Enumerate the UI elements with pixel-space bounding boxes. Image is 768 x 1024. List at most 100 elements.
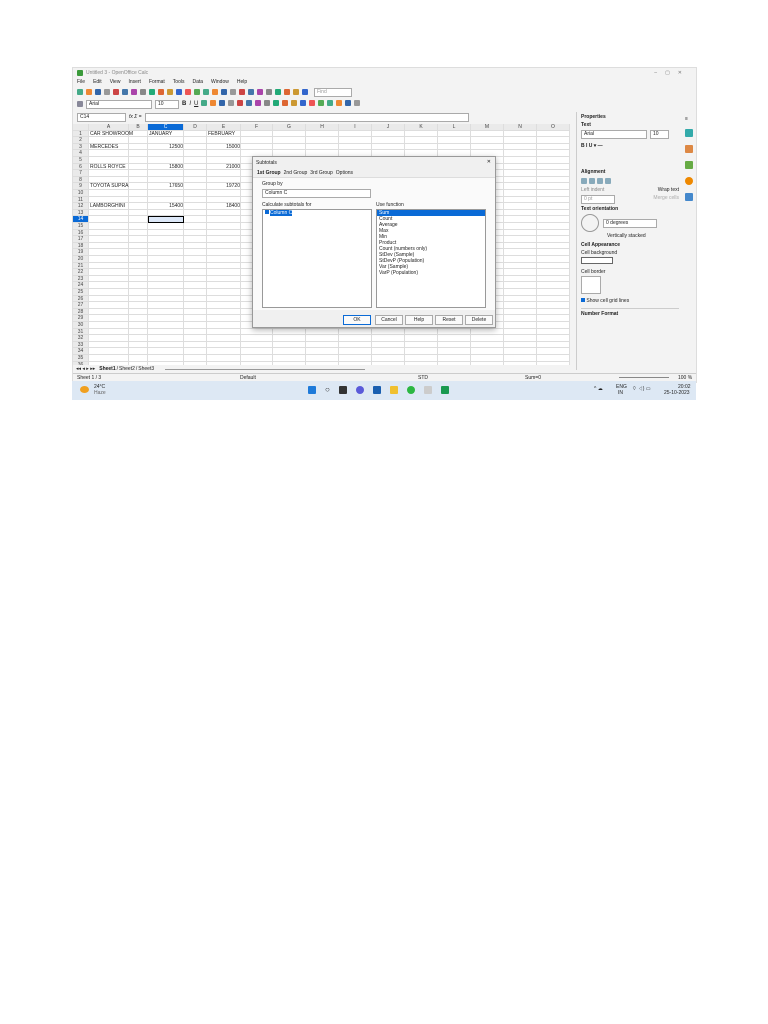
toolbar-icon[interactable]	[309, 100, 316, 106]
grid-cell[interactable]	[129, 262, 148, 270]
row-header[interactable]: 34	[73, 348, 89, 355]
grid-cell[interactable]	[273, 328, 306, 336]
toolbar-icon[interactable]	[273, 100, 280, 106]
data-cell[interactable]: 19720	[207, 183, 241, 190]
grid-cell[interactable]	[129, 176, 148, 184]
grid-cell[interactable]	[405, 143, 438, 151]
grid-cell[interactable]	[471, 137, 504, 144]
row-header[interactable]: 21	[73, 262, 89, 270]
grid-cell[interactable]	[184, 157, 207, 164]
grid-cell[interactable]	[89, 196, 129, 204]
grid-cell[interactable]	[184, 341, 207, 349]
grid-cell[interactable]	[207, 295, 241, 303]
grid-cell[interactable]	[89, 315, 129, 322]
grid-cell[interactable]	[207, 236, 241, 243]
grid-cell[interactable]	[89, 308, 129, 316]
row-header[interactable]: 33	[73, 341, 89, 349]
grid-cell[interactable]	[504, 137, 537, 144]
grid-cell[interactable]	[89, 328, 129, 336]
grid-cell[interactable]	[207, 223, 241, 230]
weather-icon[interactable]	[80, 386, 89, 393]
italic-button[interactable]: I	[189, 101, 191, 107]
grid-cell[interactable]	[537, 163, 570, 171]
grid-cell[interactable]	[184, 143, 207, 151]
grid-cell[interactable]	[438, 137, 471, 144]
sidebar-format-buttons[interactable]: B I U ▾ —	[581, 143, 679, 149]
functions-icon[interactable]	[685, 193, 693, 201]
toolbar-icon[interactable]	[122, 88, 128, 95]
row-header[interactable]: 15	[73, 223, 89, 230]
grid-cell[interactable]	[129, 216, 148, 223]
toolbar-icon[interactable]	[149, 88, 155, 95]
toolbar-icon[interactable]	[95, 88, 101, 95]
grid-cell[interactable]	[89, 150, 129, 157]
grid-cell[interactable]	[184, 322, 207, 329]
grid-cell[interactable]	[89, 322, 129, 329]
grid-cell[interactable]	[184, 315, 207, 322]
toolbar-icon[interactable]	[158, 88, 164, 95]
grid-cell[interactable]	[405, 137, 438, 144]
grid-cell[interactable]	[438, 355, 471, 362]
wrap-text-checkbox[interactable]: Wrap text	[658, 187, 679, 193]
toolbar-icon[interactable]	[113, 88, 119, 95]
menu-insert[interactable]: Insert	[128, 79, 141, 85]
grid-cell[interactable]	[89, 236, 129, 243]
grid-cell[interactable]	[273, 137, 306, 144]
grid-cell[interactable]	[207, 275, 241, 283]
grid-cell[interactable]	[306, 143, 339, 151]
grid-cell[interactable]	[207, 289, 241, 296]
column-header-I[interactable]: I	[339, 124, 372, 131]
corner-select-all[interactable]	[73, 124, 89, 131]
media-icon[interactable]	[440, 386, 449, 394]
row-header[interactable]: 9	[73, 183, 89, 190]
grid-cell[interactable]	[504, 348, 537, 355]
vertically-stacked-checkbox[interactable]: Vertically stacked	[607, 233, 679, 239]
font-name-box[interactable]: Arial	[86, 99, 152, 109]
grid-cell[interactable]	[184, 150, 207, 157]
grid-cell[interactable]	[207, 328, 241, 336]
grid-cell[interactable]	[129, 355, 148, 362]
row-header[interactable]: 10	[73, 190, 89, 197]
toolbar-icon[interactable]	[201, 100, 208, 106]
grid-cell[interactable]	[148, 262, 184, 270]
sidebar-font[interactable]: Arial	[581, 130, 647, 139]
grid-cell[interactable]	[504, 275, 537, 283]
grid-cell[interactable]	[537, 130, 570, 138]
grid-cell[interactable]	[537, 308, 570, 316]
grid-cell[interactable]	[148, 348, 184, 355]
grid-cell[interactable]	[129, 308, 148, 316]
function-wizard-icon[interactable]: fx Σ =	[129, 114, 142, 120]
grid-cell[interactable]	[207, 242, 241, 250]
grid-cell[interactable]	[306, 335, 339, 342]
grid-cell[interactable]	[184, 229, 207, 237]
data-cell[interactable]: 15800	[148, 164, 184, 171]
grid-cell[interactable]	[504, 143, 537, 151]
toolbar-icon[interactable]	[300, 100, 307, 106]
grid-cell[interactable]	[148, 236, 184, 243]
grid-cell[interactable]	[129, 242, 148, 250]
grid-cell[interactable]	[537, 295, 570, 303]
toolbar-icon[interactable]	[302, 88, 308, 95]
tab-sheet2[interactable]: Sheet2	[119, 366, 135, 372]
grid-cell[interactable]	[339, 341, 372, 349]
grid-cell[interactable]	[241, 143, 273, 151]
grid-cell[interactable]	[306, 348, 339, 355]
grid-cell[interactable]	[504, 315, 537, 322]
grid-cell[interactable]	[148, 275, 184, 283]
grid-cell[interactable]	[504, 341, 537, 349]
menu-view[interactable]: View	[110, 79, 121, 85]
grid-cell[interactable]	[184, 196, 207, 204]
row-header[interactable]: 29	[73, 315, 89, 322]
grid-cell[interactable]	[148, 157, 184, 164]
grid-cell[interactable]	[339, 348, 372, 355]
grid-cell[interactable]	[184, 262, 207, 270]
tab-3rd-group[interactable]: 3rd Group	[310, 170, 333, 176]
menu-icon[interactable]: ≡	[685, 116, 693, 122]
grid-cell[interactable]	[184, 289, 207, 296]
search-icon[interactable]: ○	[325, 386, 330, 394]
grid-cell[interactable]	[129, 302, 148, 309]
grid-cell[interactable]	[241, 137, 273, 144]
toolbar-icon[interactable]	[327, 100, 334, 106]
grid-cell[interactable]	[129, 348, 148, 355]
row-header[interactable]: 35	[73, 355, 89, 362]
